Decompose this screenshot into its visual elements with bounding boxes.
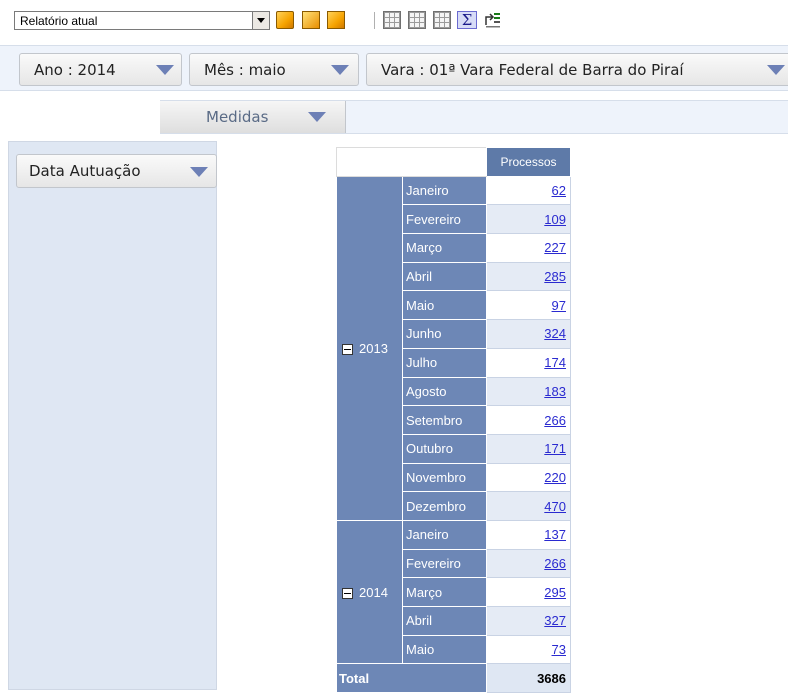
month-cell: Outubro (402, 433, 487, 464)
month-cell: Abril (402, 606, 487, 636)
value-link[interactable]: 324 (544, 326, 566, 341)
chevron-down-icon[interactable] (767, 65, 785, 75)
value-cell: 220 (486, 462, 571, 493)
measures-label: Medidas (206, 108, 269, 126)
chevron-down-icon[interactable] (156, 65, 174, 75)
filter-chip-label: Vara : 01ª Vara Federal de Barra do Pira… (381, 61, 684, 79)
table-corner (336, 147, 487, 177)
toolbar-separator (374, 12, 375, 29)
total-row: Total 3686 (336, 663, 571, 693)
chevron-down-icon[interactable] (190, 167, 208, 177)
year-cell: 2013 (336, 175, 403, 521)
total-label: Total (336, 663, 487, 693)
filter-chip-label: Mês : maio (204, 61, 286, 79)
value-cell: 295 (486, 577, 571, 607)
value-link[interactable]: 470 (544, 499, 566, 514)
value-cell: 137 (486, 519, 571, 550)
export-grid-icon[interactable] (383, 11, 401, 29)
value-cell: 62 (486, 175, 571, 206)
pivot-table: Processos 2013 Janeiro 62 Fevereiro 109 Março… (336, 147, 571, 693)
value-cell: 324 (486, 319, 571, 349)
month-cell: Setembro (402, 405, 487, 435)
filter-chip-ano[interactable]: Ano : 2014 (19, 53, 182, 86)
value-cell: 470 (486, 491, 571, 521)
column-header: Processos (486, 147, 571, 177)
value-link[interactable]: 137 (544, 527, 566, 542)
value-cell: 73 (486, 634, 571, 665)
total-value: 3686 (486, 663, 571, 693)
year-label: 2013 (359, 340, 388, 356)
new-cube-icon[interactable] (276, 11, 294, 29)
collapse-icon[interactable] (342, 587, 353, 599)
filter-chip-mes[interactable]: Mês : maio (189, 53, 359, 86)
row-dimension-label: Data Autuação (29, 162, 141, 180)
value-link[interactable]: 266 (544, 413, 566, 428)
report-select[interactable]: Relatório atual (14, 11, 270, 30)
month-cell: Janeiro (402, 175, 487, 206)
export-grid-2-icon[interactable] (408, 11, 426, 29)
month-cell: Julho (402, 347, 487, 378)
report-select-value: Relatório atual (20, 14, 98, 28)
measures-chip[interactable]: Medidas (160, 101, 346, 133)
month-cell: Abril (402, 261, 487, 292)
year-label: 2014 (359, 584, 388, 600)
open-cube-icon[interactable] (302, 11, 320, 29)
month-cell: Fevereiro (402, 204, 487, 235)
value-cell: 183 (486, 376, 571, 407)
value-link[interactable]: 109 (544, 212, 566, 227)
month-cell: Janeiro (402, 519, 487, 550)
value-link[interactable]: 183 (544, 384, 566, 399)
filter-chip-label: Ano : 2014 (34, 61, 116, 79)
month-cell: Março (402, 577, 487, 607)
dropdown-arrow-icon[interactable] (252, 12, 269, 29)
value-link[interactable]: 174 (544, 355, 566, 370)
value-link[interactable]: 227 (544, 240, 566, 255)
month-cell: Agosto (402, 376, 487, 407)
measures-bar: Medidas (160, 100, 788, 134)
value-cell: 227 (486, 233, 571, 263)
value-cell: 171 (486, 433, 571, 464)
month-cell: Dezembro (402, 491, 487, 521)
value-cell: 174 (486, 347, 571, 378)
value-cell: 109 (486, 204, 571, 235)
month-cell: Junho (402, 319, 487, 349)
chevron-down-icon[interactable] (308, 112, 326, 122)
row-dimension-chip[interactable]: Data Autuação (16, 154, 217, 188)
month-cell: Maio (402, 634, 487, 665)
chevron-down-icon[interactable] (331, 65, 349, 75)
value-cell: 266 (486, 405, 571, 435)
month-cell: Novembro (402, 462, 487, 493)
month-cell: Fevereiro (402, 548, 487, 579)
value-cell: 327 (486, 606, 571, 636)
month-cell: Maio (402, 290, 487, 321)
save-cube-icon[interactable] (327, 11, 345, 29)
value-link[interactable]: 73 (552, 642, 566, 657)
swap-axes-icon[interactable] (484, 11, 502, 29)
value-link[interactable]: 171 (544, 441, 566, 456)
year-cell: 2014 (336, 519, 403, 665)
value-link[interactable]: 62 (552, 183, 566, 198)
value-cell: 97 (486, 290, 571, 321)
sigma-totals-icon[interactable]: Σ (457, 11, 477, 29)
value-cell: 285 (486, 261, 571, 292)
value-link[interactable]: 97 (552, 298, 566, 313)
value-link[interactable]: 220 (544, 470, 566, 485)
table-row: 2014 Janeiro 137 (336, 519, 571, 665)
value-link[interactable]: 285 (544, 269, 566, 284)
value-link[interactable]: 295 (544, 585, 566, 600)
collapse-icon[interactable] (342, 343, 353, 355)
month-cell: Março (402, 233, 487, 263)
filter-bar: Ano : 2014 Mês : maio Vara : 01ª Vara Fe… (0, 45, 788, 91)
value-link[interactable]: 266 (544, 556, 566, 571)
table-header-row: Processos (336, 147, 571, 177)
export-grid-3-icon[interactable] (433, 11, 451, 29)
toolbar: Relatório atual Σ (0, 0, 788, 42)
table-row: 2013 Janeiro 62 (336, 175, 571, 521)
row-dimensions-panel: Data Autuação (8, 141, 217, 690)
value-link[interactable]: 327 (544, 613, 566, 628)
value-cell: 266 (486, 548, 571, 579)
filter-chip-vara[interactable]: Vara : 01ª Vara Federal de Barra do Pira… (366, 53, 788, 86)
